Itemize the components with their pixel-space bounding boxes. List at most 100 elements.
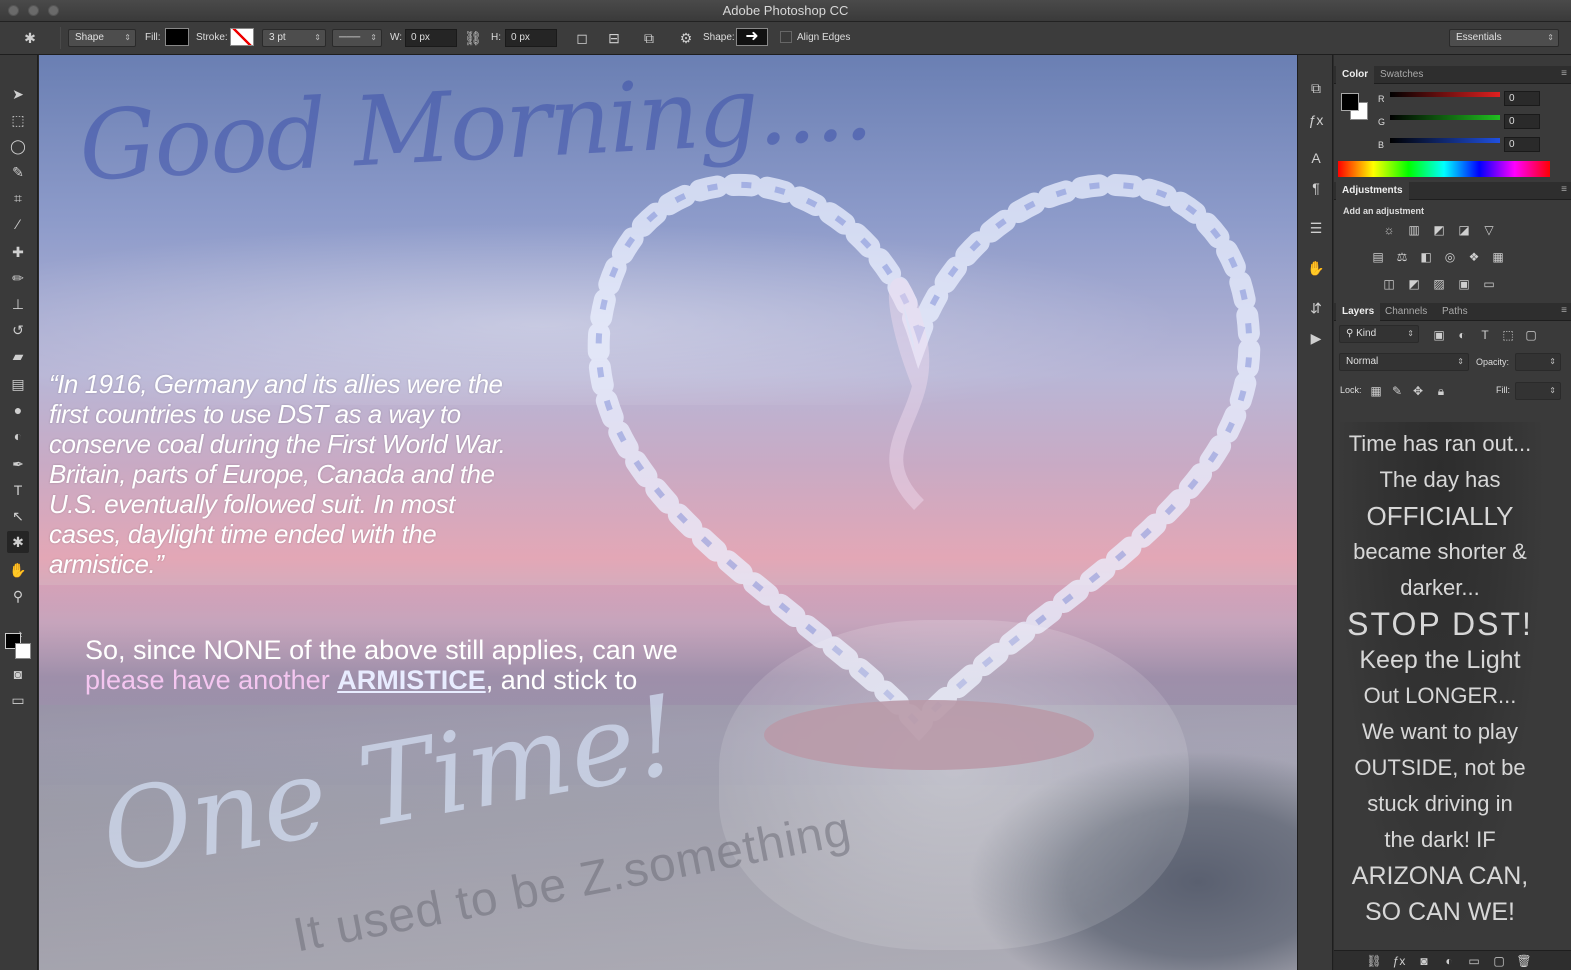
tab-layers[interactable]: Layers	[1336, 303, 1381, 321]
threshold-icon[interactable]: ▨	[1429, 276, 1449, 292]
align-edges-checkbox[interactable]	[780, 31, 792, 43]
new-adjustment-layer-icon[interactable]: ◐	[1439, 953, 1459, 969]
blend-mode-select[interactable]: Normal	[1339, 353, 1469, 371]
path-alignment-icon[interactable]: ⊟	[604, 28, 624, 48]
panel-menu-icon[interactable]: ≡	[1561, 305, 1567, 316]
panel-menu-icon[interactable]: ≡	[1561, 68, 1567, 79]
layer-style-fx-icon[interactable]: ƒx	[1389, 953, 1409, 969]
move-tool-icon[interactable]: ➤	[7, 83, 29, 105]
gradient-tool-icon[interactable]: ▤	[7, 373, 29, 395]
filter-smart-object-icon[interactable]: ▢	[1521, 327, 1541, 343]
photo-filter-icon[interactable]: ◎	[1440, 249, 1460, 265]
stroke-swatch[interactable]	[230, 28, 254, 46]
custom-shape-tool-icon[interactable]: ✱	[20, 28, 40, 48]
new-layer-icon[interactable]: ▢	[1489, 953, 1509, 969]
history-brush-tool-icon[interactable]: ↺	[7, 319, 29, 341]
filter-pixel-icon[interactable]: ▣	[1429, 327, 1449, 343]
hue-saturation-icon[interactable]: ▤	[1368, 249, 1388, 265]
tool-mode-select[interactable]: Shape	[68, 29, 136, 47]
invert-icon[interactable]: ◫	[1379, 276, 1399, 292]
fill-swatch[interactable]	[165, 28, 189, 46]
lock-pixels-icon[interactable]: ✎	[1387, 383, 1407, 399]
delete-layer-icon[interactable]: 🗑︎	[1514, 953, 1534, 969]
eyedropper-tool-icon[interactable]: ⁄	[7, 213, 29, 235]
path-arrangement-icon[interactable]: ⧉	[639, 28, 659, 48]
pen-tool-icon[interactable]: ✒	[7, 453, 29, 475]
dodge-tool-icon[interactable]: ◐	[7, 425, 29, 447]
opacity-field[interactable]	[1515, 353, 1561, 371]
document-canvas[interactable]: Good Morning.... “In 1916, Germany and i…	[39, 55, 1297, 970]
link-icon[interactable]: ⛓	[463, 28, 483, 48]
path-operations-icon[interactable]: ◻	[572, 28, 592, 48]
green-value[interactable]: 0	[1504, 114, 1540, 129]
new-group-icon[interactable]: ▭	[1464, 953, 1484, 969]
lasso-tool-icon[interactable]: ◯	[7, 135, 29, 157]
styles-fx-icon[interactable]: ƒx	[1305, 109, 1327, 131]
lock-transparent-icon[interactable]: ▦	[1366, 383, 1386, 399]
selective-color-icon[interactable]: ▣	[1454, 276, 1474, 292]
black-white-icon[interactable]: ◧	[1416, 249, 1436, 265]
workspace-select[interactable]: Essentials	[1449, 29, 1559, 47]
vibrance-icon[interactable]: ▽	[1479, 222, 1499, 238]
height-field[interactable]: 0 px	[505, 29, 557, 47]
fill-field[interactable]	[1515, 382, 1561, 400]
crop-tool-icon[interactable]: ⌗	[7, 187, 29, 209]
filter-shape-icon[interactable]: ⬚	[1498, 327, 1518, 343]
shape-picker[interactable]: ➜	[736, 28, 768, 46]
character-icon[interactable]: A	[1305, 147, 1327, 169]
layer-filter-select[interactable]: ⚲ Kind	[1339, 325, 1419, 343]
width-field[interactable]: 0 px	[405, 29, 457, 47]
hand-tool-icon[interactable]: ✋	[7, 559, 29, 581]
quick-mask-icon[interactable]: ◙	[7, 663, 29, 685]
add-mask-icon[interactable]: ◙	[1414, 953, 1434, 969]
color-spectrum[interactable]	[1338, 161, 1550, 177]
blue-slider[interactable]	[1390, 138, 1500, 143]
stroke-width-select[interactable]: 3 pt	[262, 29, 326, 47]
properties-icon[interactable]: ☰	[1305, 217, 1327, 239]
curves-icon[interactable]: ◩	[1429, 222, 1449, 238]
lock-all-icon[interactable]: 🔒︎	[1431, 383, 1451, 399]
gear-icon[interactable]: ⚙	[676, 28, 696, 48]
blue-value[interactable]: 0	[1504, 137, 1540, 152]
path-selection-tool-icon[interactable]: ↖	[7, 505, 29, 527]
stroke-style-select[interactable]: ───	[332, 29, 382, 47]
filter-type-icon[interactable]: T	[1475, 327, 1495, 343]
tab-adjustments[interactable]: Adjustments	[1336, 182, 1409, 200]
filter-adjustment-icon[interactable]: ◐	[1452, 327, 1472, 343]
background-color-swatch[interactable]	[15, 643, 31, 659]
posterize-icon[interactable]: ◩	[1404, 276, 1424, 292]
healing-brush-tool-icon[interactable]: ✚	[7, 241, 29, 263]
zoom-tool-icon[interactable]: ⚲	[7, 585, 29, 607]
channel-mixer-icon[interactable]: ❖	[1464, 249, 1484, 265]
blur-tool-icon[interactable]: ●	[7, 399, 29, 421]
brush-tool-icon[interactable]: ✏	[7, 267, 29, 289]
panel-menu-icon[interactable]: ≡	[1561, 184, 1567, 195]
tab-swatches[interactable]: Swatches	[1374, 66, 1429, 84]
red-value[interactable]: 0	[1504, 91, 1540, 106]
exposure-icon[interactable]: ◪	[1454, 222, 1474, 238]
type-tool-icon[interactable]: T	[7, 479, 29, 501]
quick-selection-tool-icon[interactable]: ✎	[7, 161, 29, 183]
levels-icon[interactable]: ▥	[1404, 222, 1424, 238]
link-layers-icon[interactable]: ⛓	[1364, 953, 1384, 969]
tool-presets-icon[interactable]: ✋	[1305, 257, 1327, 279]
color-foreground-swatch[interactable]	[1341, 93, 1359, 111]
custom-shape-tool-icon[interactable]: ✱	[7, 531, 29, 553]
color-lookup-icon[interactable]: ▦	[1488, 249, 1508, 265]
gradient-map-icon[interactable]: ▭	[1479, 276, 1499, 292]
actions-play-icon[interactable]: ▶	[1305, 327, 1327, 349]
history-icon[interactable]: ⇵	[1305, 297, 1327, 319]
red-slider[interactable]	[1390, 92, 1500, 97]
stamp-tool-icon[interactable]: ⊥	[7, 293, 29, 315]
libraries-icon[interactable]: ⧉	[1305, 77, 1327, 99]
color-balance-icon[interactable]: ⚖	[1392, 249, 1412, 265]
marquee-tool-icon[interactable]: ⬚	[7, 109, 29, 131]
lock-position-icon[interactable]: ✥	[1408, 383, 1428, 399]
screen-mode-icon[interactable]: ▭	[7, 689, 29, 711]
tab-channels[interactable]: Channels	[1379, 303, 1433, 321]
eraser-tool-icon[interactable]: ▰	[7, 345, 29, 367]
green-slider[interactable]	[1390, 115, 1500, 120]
tab-color[interactable]: Color	[1336, 66, 1375, 84]
paragraph-icon[interactable]: ¶	[1305, 177, 1327, 199]
brightness-icon[interactable]: ☼	[1379, 222, 1399, 238]
